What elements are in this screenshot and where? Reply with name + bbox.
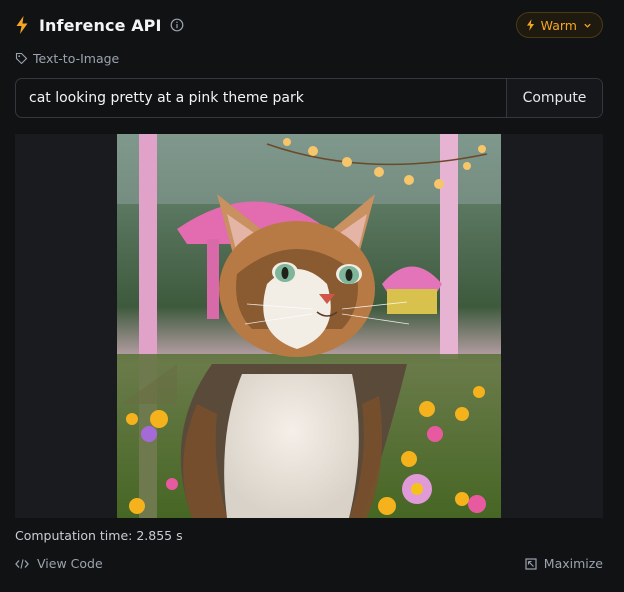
chevron-down-icon [583, 21, 592, 30]
status-label: Warm [540, 17, 577, 33]
tag-icon [15, 52, 28, 65]
code-brackets-icon [15, 558, 29, 570]
lightning-bolt-icon [526, 19, 535, 31]
prompt-form: Compute [15, 78, 603, 118]
inference-widget: Inference API Warm Text-to-Image cat loo… [0, 0, 624, 592]
view-code-button[interactable]: View Code [15, 556, 103, 571]
compute-button[interactable]: Compute [506, 79, 602, 117]
widget-header: Inference API Warm [15, 11, 603, 39]
widget-title: Inference API [39, 15, 162, 35]
model-status-dropdown[interactable]: Warm [515, 12, 603, 38]
task-label-row[interactable]: Text-to-Image [15, 49, 119, 67]
output-area [15, 134, 603, 518]
view-code-label: View Code [37, 556, 103, 571]
maximize-icon [525, 557, 537, 570]
generated-image [117, 134, 501, 518]
maximize-button[interactable]: Maximize [525, 556, 603, 571]
prompt-input[interactable] [16, 79, 506, 117]
maximize-label: Maximize [543, 556, 603, 571]
lightning-bolt-icon [15, 16, 29, 34]
task-label: Text-to-Image [33, 50, 120, 66]
computation-time: Computation time: 2.855 s [15, 528, 183, 543]
info-circle-icon[interactable] [170, 18, 184, 32]
